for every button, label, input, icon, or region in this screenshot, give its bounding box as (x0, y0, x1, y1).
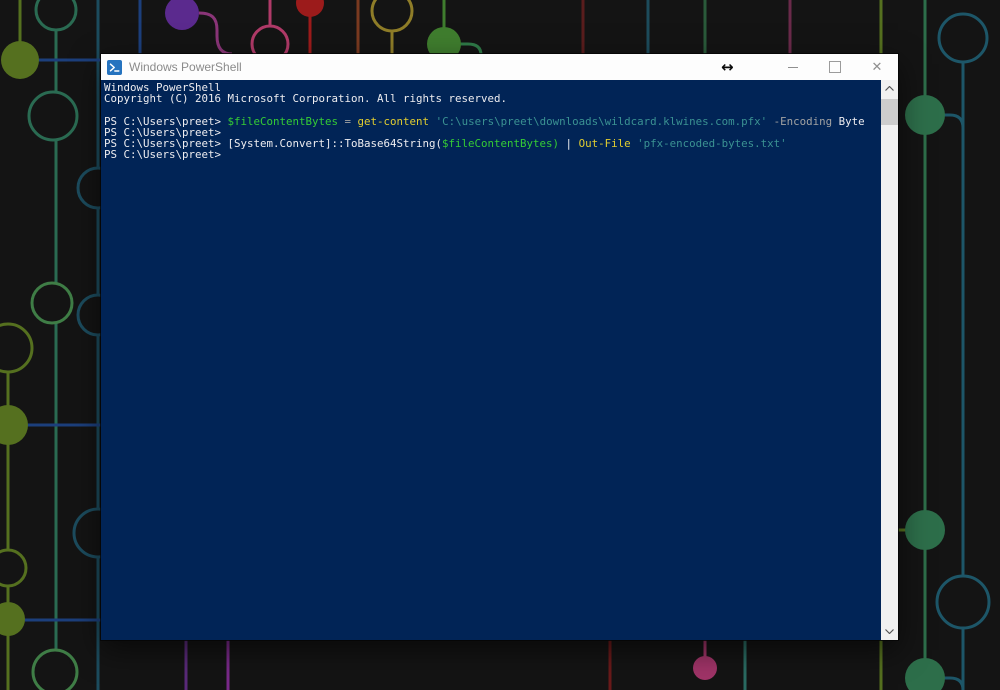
powershell-icon[interactable] (107, 60, 122, 75)
maximize-button[interactable] (814, 54, 856, 80)
minimize-button[interactable] (772, 54, 814, 80)
horizontal-resize-cursor: ↔ (721, 55, 734, 79)
console-line: Copyright (C) 2016 Microsoft Corporation… (104, 93, 876, 104)
maximize-icon (829, 61, 841, 73)
desktop: Windows PowerShell ↔ ✕ Windows PowerShel… (0, 0, 1000, 690)
window-title: Windows PowerShell (129, 60, 242, 74)
chevron-down-icon (885, 629, 894, 634)
console-output: Windows PowerShellCopyright (C) 2016 Mic… (104, 82, 876, 160)
console-line: PS C:\Users\preet> (104, 149, 876, 160)
scrollbar[interactable] (881, 80, 898, 640)
scrollbar-down-button[interactable] (881, 623, 898, 640)
scrollbar-up-button[interactable] (881, 80, 898, 97)
close-button[interactable]: ✕ (856, 54, 898, 80)
window-controls: ✕ (772, 54, 898, 80)
titlebar[interactable]: Windows PowerShell ↔ ✕ (101, 54, 898, 80)
minimize-icon (788, 67, 798, 68)
console[interactable]: Windows PowerShellCopyright (C) 2016 Mic… (101, 80, 898, 640)
powershell-window: Windows PowerShell ↔ ✕ Windows PowerShel… (101, 54, 898, 640)
scrollbar-thumb[interactable] (881, 99, 898, 125)
chevron-up-icon (885, 86, 894, 91)
